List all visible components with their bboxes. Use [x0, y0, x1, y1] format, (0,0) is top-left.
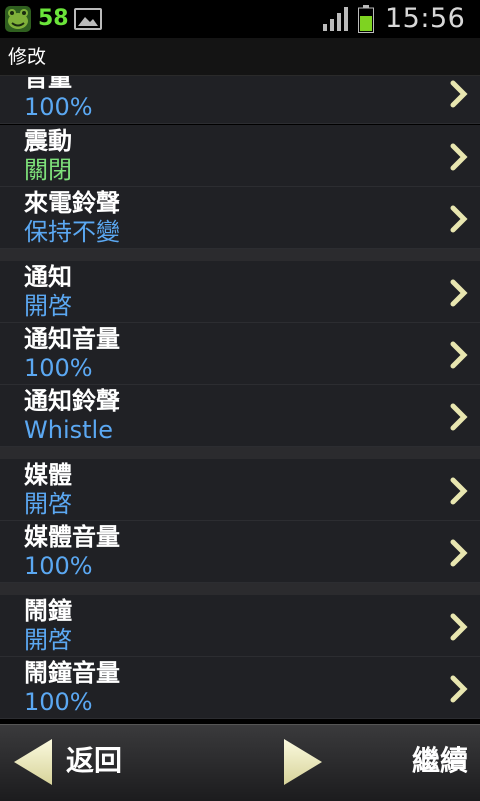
item-title: 媒體	[24, 461, 72, 489]
chevron-right-icon	[450, 341, 468, 369]
group-divider	[0, 583, 480, 595]
settings-list[interactable]: 音量 100% 震動 關閉 來電鈴聲 保持不變 通知 開啓 通知音量 100% …	[0, 76, 480, 724]
list-item-media[interactable]: 媒體 開啓	[0, 459, 480, 521]
item-value: 開啓	[24, 292, 72, 320]
list-item-notification[interactable]: 通知 開啓	[0, 261, 480, 323]
status-bar: 58 15:56	[0, 0, 480, 38]
item-title: 音量	[24, 76, 72, 92]
item-title: 鬧鐘音量	[24, 659, 120, 687]
item-title: 通知鈴聲	[24, 387, 120, 415]
list-item-vibration[interactable]: 震動 關閉	[0, 125, 480, 187]
item-title: 來電鈴聲	[24, 189, 120, 217]
list-item-ringtone[interactable]: 來電鈴聲 保持不變	[0, 187, 480, 249]
list-item-alarm[interactable]: 鬧鐘 開啓	[0, 595, 480, 657]
item-value: Whistle	[24, 416, 113, 444]
item-value: 100%	[24, 93, 93, 121]
next-label: 繼續	[411, 744, 468, 777]
list-item-alarm-volume[interactable]: 鬧鐘音量 100%	[0, 657, 480, 719]
list-item-volume[interactable]: 音量 100%	[0, 76, 480, 124]
item-title: 媒體音量	[24, 523, 120, 551]
signal-bars-icon	[323, 7, 348, 31]
chevron-right-icon	[450, 80, 468, 108]
item-value: 關閉	[24, 156, 72, 184]
item-value: 開啓	[24, 626, 72, 654]
chevron-right-icon	[450, 143, 468, 171]
chevron-right-icon	[450, 539, 468, 567]
item-title: 震動	[24, 127, 72, 155]
chevron-right-icon	[450, 403, 468, 431]
item-value: 保持不變	[24, 218, 120, 246]
page-title: 修改	[8, 46, 47, 68]
item-value: 100%	[24, 688, 93, 716]
list-item-media-volume[interactable]: 媒體音量 100%	[0, 521, 480, 583]
frog-icon	[5, 6, 31, 32]
notification-count: 58	[38, 6, 69, 31]
item-title: 通知	[24, 263, 72, 291]
battery-charging-icon	[358, 5, 374, 33]
chevron-right-icon	[450, 279, 468, 307]
chevron-right-icon	[450, 613, 468, 641]
chevron-right-icon	[450, 205, 468, 233]
title-bar: 修改	[0, 38, 480, 76]
back-label: 返回	[66, 744, 123, 777]
image-icon	[74, 8, 102, 30]
item-value: 開啓	[24, 490, 72, 518]
back-button[interactable]: 返回	[0, 725, 200, 801]
list-item-notification-volume[interactable]: 通知音量 100%	[0, 323, 480, 385]
item-title: 通知音量	[24, 325, 120, 353]
bottom-bar: 返回 繼續	[0, 724, 480, 801]
list-item-notification-ringtone[interactable]: 通知鈴聲 Whistle	[0, 385, 480, 447]
arrow-right-icon	[284, 739, 322, 785]
next-button[interactable]: 繼續	[280, 725, 480, 801]
item-title: 鬧鐘	[24, 597, 72, 625]
arrow-left-icon	[14, 739, 52, 785]
item-value: 100%	[24, 552, 93, 580]
clock: 15:56	[385, 3, 466, 34]
chevron-right-icon	[450, 477, 468, 505]
group-divider	[0, 447, 480, 459]
item-value: 100%	[24, 354, 93, 382]
chevron-right-icon	[450, 675, 468, 703]
group-divider	[0, 249, 480, 261]
